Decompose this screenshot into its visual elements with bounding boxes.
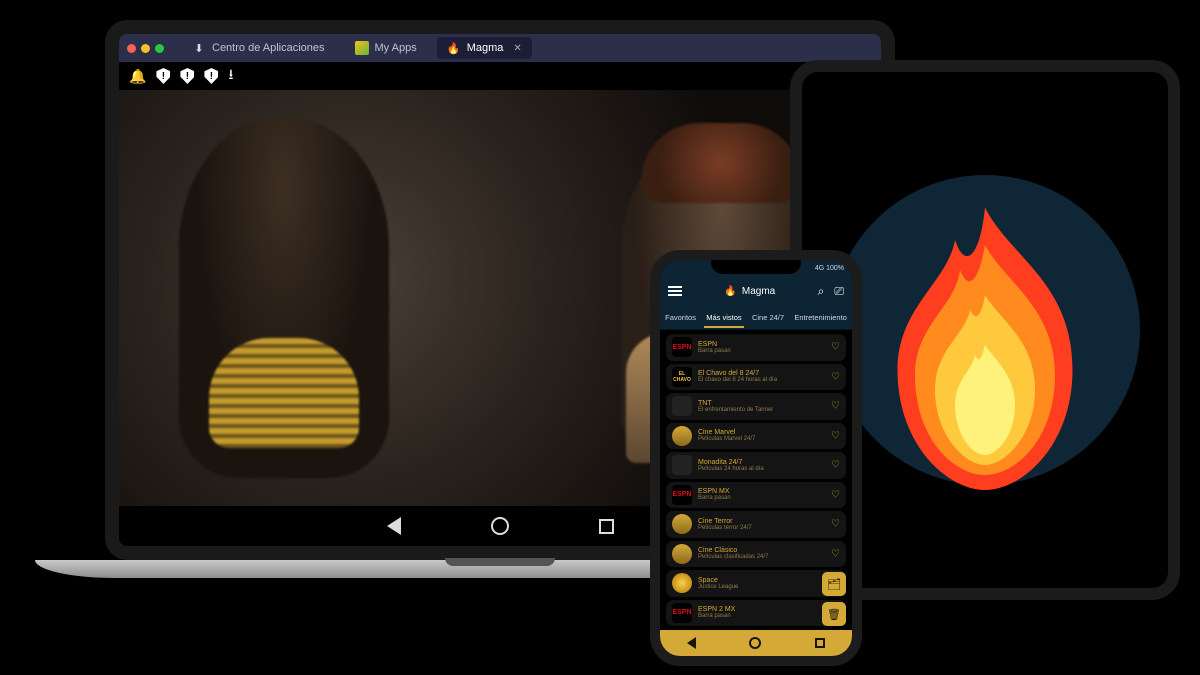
channel-subtitle: Barra pasan — [698, 613, 735, 619]
favorite-icon[interactable]: ♡ — [831, 342, 840, 353]
channel-logo-icon: ESPN — [672, 337, 692, 357]
bell-icon[interactable]: 🔔 — [129, 68, 146, 85]
favorite-icon[interactable]: ♡ — [831, 489, 840, 500]
channel-subtitle: Películas clasificadas 24/7 — [698, 554, 768, 560]
archive-button[interactable]: 🗂 — [822, 572, 846, 596]
channel-title: Space — [698, 577, 738, 584]
shield-alert-icon[interactable] — [204, 68, 218, 84]
list-item[interactable]: EL CHAVO El Chavo del 8 24/7El chavo del … — [666, 364, 846, 391]
channel-title: Cine Marvel — [698, 429, 755, 436]
tab-label: Magma — [467, 42, 504, 54]
home-icon[interactable] — [749, 637, 761, 649]
channel-logo-icon — [672, 426, 692, 446]
fire-icon — [855, 195, 1115, 495]
channel-subtitle: Películas terror 24/7 — [698, 525, 752, 531]
fire-icon: 🔥 — [724, 286, 736, 297]
channel-logo-icon — [672, 514, 692, 534]
channel-subtitle: El enfrentamiento de Tanner — [698, 407, 773, 413]
tab-entretenimiento[interactable]: Entretenimiento — [792, 313, 849, 322]
emulator-tab-bar: ⬇ Centro de Aplicaciones My Apps 🔥 Magma… — [119, 34, 881, 62]
channel-subtitle: Películas 24 horas al día — [698, 466, 764, 472]
emulator-toolbar: 🔔 ⭳ 14:00 — [119, 62, 881, 90]
tab-label: Centro de Aplicaciones — [212, 42, 325, 54]
menu-icon[interactable] — [668, 286, 682, 296]
channel-title: ESPN 2 MX — [698, 606, 735, 613]
channel-subtitle: Películas Marvel 24/7 — [698, 436, 755, 442]
app-title: Magma — [742, 286, 775, 297]
window-controls[interactable] — [127, 44, 164, 53]
delete-button[interactable]: 🗑 — [822, 602, 846, 626]
list-item[interactable]: ESPNESPN 2 MXBarra pasan♡ — [666, 600, 846, 627]
my-apps-icon — [355, 41, 369, 55]
tab-my-apps[interactable]: My Apps — [345, 37, 427, 59]
channel-logo-icon: ESPN — [672, 485, 692, 505]
channel-subtitle: Justice League — [698, 584, 738, 590]
shield-alert-icon[interactable] — [156, 68, 170, 84]
tab-app-center[interactable]: ⬇ Centro de Aplicaciones — [182, 37, 335, 59]
tab-mas-vistos[interactable]: Más vistos — [704, 313, 743, 322]
favorite-icon[interactable]: ♡ — [831, 401, 840, 412]
channel-title: Cine Terror — [698, 518, 752, 525]
favorite-icon[interactable]: ♡ — [831, 371, 840, 382]
list-item[interactable]: ESPNESPNBarra pasan♡ — [666, 334, 846, 361]
tab-favoritos[interactable]: Favoritos — [663, 313, 698, 322]
home-icon[interactable] — [491, 517, 509, 535]
phone-title-bar: 🔥 Magma ⌕ ⎚ — [660, 276, 852, 306]
favorite-icon[interactable]: ♡ — [831, 430, 840, 441]
channel-logo-icon — [672, 573, 692, 593]
list-item[interactable]: Cine ClásicoPelículas clasificadas 24/7 ♡ — [666, 541, 846, 568]
list-item[interactable]: SpaceJustice League♡ — [666, 570, 846, 597]
fab-column: 🗂 🗑 — [822, 572, 846, 626]
channel-title: Monadita 24/7 — [698, 459, 764, 466]
list-item[interactable]: Cine MarvelPelículas Marvel 24/7 ♡ — [666, 423, 846, 450]
channel-title: Cine Clásico — [698, 547, 768, 554]
phone-nav-bar — [660, 630, 852, 656]
download-icon[interactable]: ⭳ — [228, 64, 233, 88]
maximize-window-icon[interactable] — [155, 44, 164, 53]
recent-apps-icon[interactable] — [815, 638, 825, 648]
phone-device: 4G 100% 🔥 Magma ⌕ ⎚ Favoritos Más vistos… — [650, 250, 862, 666]
channel-subtitle: Barra pasan — [698, 495, 731, 501]
recent-apps-icon[interactable] — [599, 519, 614, 534]
channel-title: ESPN MX — [698, 488, 731, 495]
back-icon[interactable] — [387, 517, 401, 535]
search-icon[interactable]: ⌕ — [818, 284, 825, 299]
channel-logo-icon — [672, 396, 692, 416]
favorite-icon[interactable]: ♡ — [831, 548, 840, 559]
close-tab-icon[interactable]: ✕ — [513, 43, 521, 54]
tab-label: My Apps — [375, 42, 417, 54]
channel-title: El Chavo del 8 24/7 — [698, 370, 777, 377]
minimize-window-icon[interactable] — [141, 44, 150, 53]
channel-logo-icon: EL CHAVO — [672, 367, 692, 387]
channel-logo-icon — [672, 544, 692, 564]
channel-title: TNT — [698, 400, 773, 407]
app-logo-disc — [830, 175, 1140, 485]
channel-logo-icon — [672, 455, 692, 475]
shield-alert-icon[interactable] — [180, 68, 194, 84]
fire-icon: 🔥 — [447, 41, 461, 55]
back-icon[interactable] — [687, 637, 696, 649]
list-item[interactable]: Cine TerrorPelículas terror 24/7 ♡ — [666, 511, 846, 538]
phone-tabs: Favoritos Más vistos Cine 24/7 Entreteni… — [660, 306, 852, 330]
channel-subtitle: El chavo del 8 24 horas al día — [698, 377, 777, 383]
close-window-icon[interactable] — [127, 44, 136, 53]
favorite-icon[interactable]: ♡ — [831, 519, 840, 530]
phone-notch — [711, 260, 801, 274]
list-item[interactable]: TNTEl enfrentamiento de Tanner ♡ — [666, 393, 846, 420]
video-figure-left — [179, 118, 389, 478]
neck-rings — [209, 338, 359, 448]
channel-subtitle: Barra pasan — [698, 348, 731, 354]
list-item[interactable]: Monadita 24/7Películas 24 horas al día ♡ — [666, 452, 846, 479]
list-item[interactable]: ESPN ESPN MXBarra pasan ♡ — [666, 482, 846, 509]
tab-cine-247[interactable]: Cine 24/7 — [750, 313, 786, 322]
app-center-icon: ⬇ — [192, 41, 206, 55]
favorite-icon[interactable]: ♡ — [831, 460, 840, 471]
channel-title: ESPN — [698, 341, 731, 348]
cast-icon[interactable]: ⎚ — [834, 284, 844, 299]
channel-logo-icon: ESPN — [672, 603, 692, 623]
tab-magma[interactable]: 🔥 Magma ✕ — [437, 37, 532, 59]
status-signal: 4G 100% — [815, 265, 844, 272]
laptop-camera — [497, 25, 503, 31]
